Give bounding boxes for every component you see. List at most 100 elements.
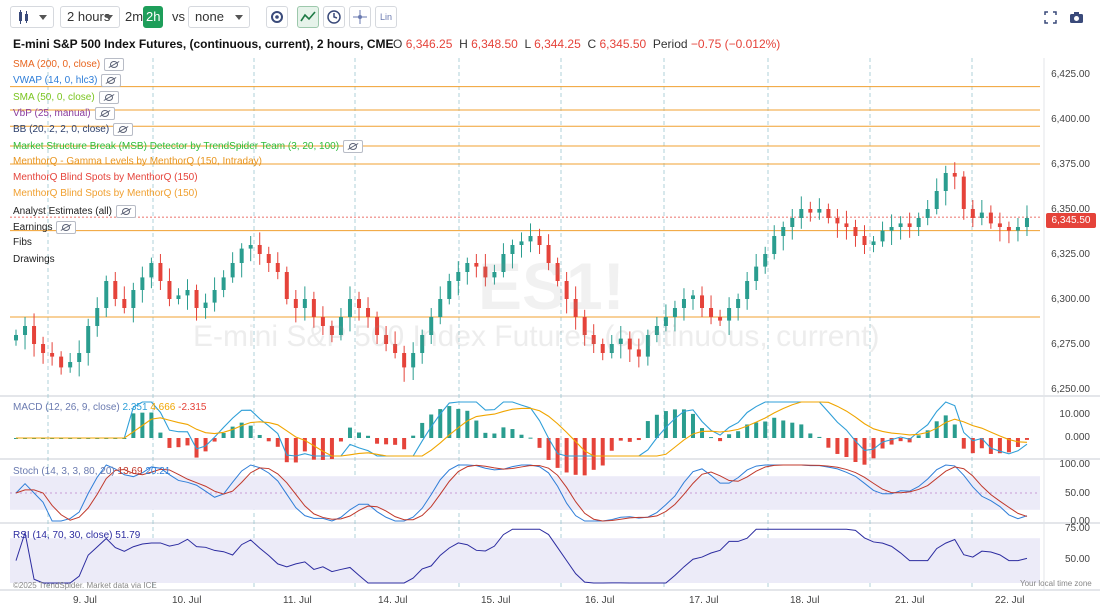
indicator-item[interactable]: Drawings <box>13 254 55 266</box>
candle-body <box>104 281 109 308</box>
macd-histogram-bar <box>907 438 912 443</box>
indicator-item[interactable]: VbP (25, manual) <box>13 106 115 120</box>
compare-select[interactable]: none <box>188 6 250 28</box>
macd-histogram-bar <box>799 424 804 438</box>
indicator-label: SMA (50, 0, close) <box>13 91 95 103</box>
macd-histogram-bar <box>447 406 452 438</box>
macd-histogram-bar <box>140 412 145 438</box>
candle-body <box>266 254 271 263</box>
indicator-item[interactable]: MenthorQ Blind Spots by MenthorQ (150) <box>13 188 198 200</box>
indicator-item[interactable]: MenthorQ - Gamma Levels by MenthorQ (150… <box>13 156 262 168</box>
visibility-toggle-icon[interactable] <box>113 123 134 137</box>
macd-histogram-bar <box>862 438 867 465</box>
chevron-down-icon <box>39 15 47 20</box>
visibility-toggle-icon[interactable] <box>115 204 136 218</box>
macd-histogram-bar <box>943 415 948 438</box>
macd-histogram-bar <box>483 432 488 438</box>
chart-type-button[interactable] <box>10 6 54 28</box>
candle-body <box>465 263 470 272</box>
candle-body <box>140 277 145 290</box>
macd-histogram-bar <box>176 438 181 448</box>
trendline-tool-button[interactable] <box>297 6 319 28</box>
macd-histogram-bar <box>203 438 208 452</box>
visibility-toggle-icon[interactable] <box>343 139 364 153</box>
macd-histogram-bar <box>68 438 73 439</box>
rsi-line <box>15 528 1028 584</box>
macd-histogram-bar <box>239 422 244 438</box>
macd-histogram-bar <box>772 417 777 438</box>
indicator-label: BB (20, 2, 2, 0, close) <box>13 124 110 136</box>
indicator-label: Analyst Estimates (all) <box>13 205 112 217</box>
price-tick-label: 6,300.00 <box>1051 294 1090 305</box>
price-tick-label: 6,325.00 <box>1051 249 1090 260</box>
macd-histogram-bar <box>754 422 759 438</box>
visibility-toggle-icon[interactable] <box>98 90 119 104</box>
interval-select[interactable]: 2 hours <box>60 6 120 28</box>
indicator-item[interactable]: Analyst Estimates (all) <box>13 204 136 218</box>
quick-interval-2m[interactable]: 2m <box>125 6 143 28</box>
candle-body <box>167 281 172 299</box>
indicator-item[interactable]: Market Structure Break (MSB) Detector by… <box>13 139 364 153</box>
candle-body <box>736 299 741 308</box>
close-value: 6,345.50 <box>599 37 647 51</box>
macd-histogram-bar <box>104 438 109 439</box>
macd-histogram-bar <box>95 438 100 439</box>
macd-histogram-bar <box>411 435 416 438</box>
visibility-toggle-icon[interactable] <box>56 221 77 234</box>
macd-histogram-bar <box>393 438 398 445</box>
indicator-label: VbP (25, manual) <box>13 108 91 120</box>
macd-histogram-bar <box>961 438 966 449</box>
replay-button[interactable] <box>323 6 345 28</box>
indicator-item[interactable]: Fibs <box>13 237 32 249</box>
period-value: −0.75 (−0.012%) <box>690 37 781 51</box>
screenshot-button[interactable] <box>1069 11 1084 24</box>
macd-histogram-bar <box>654 414 659 438</box>
macd-histogram-bar <box>429 414 434 438</box>
candle-body <box>772 236 777 254</box>
visibility-toggle-icon[interactable] <box>101 74 122 88</box>
candle-body <box>149 263 154 278</box>
settings-button[interactable] <box>266 6 288 28</box>
macd-histogram-bar <box>979 438 984 449</box>
macd-histogram-bar <box>284 438 289 463</box>
price-tick-label: 6,400.00 <box>1051 114 1090 125</box>
indicator-item[interactable]: VWAP (14, 0, hlc3) <box>13 74 122 88</box>
macd-histogram-bar <box>366 435 371 438</box>
crosshair-button[interactable] <box>349 6 371 28</box>
macd-histogram-bar <box>212 438 217 442</box>
macd-histogram-bar <box>898 438 903 442</box>
macd-histogram-bar <box>465 410 470 438</box>
macd-histogram-bar <box>934 421 939 438</box>
candle-body <box>1015 227 1020 231</box>
rsi-label[interactable]: RSI (14, 70, 30, close) 51.79 <box>13 530 140 541</box>
macd-histogram-bar <box>970 438 975 454</box>
visibility-toggle-icon[interactable] <box>94 106 115 120</box>
macd-histogram-bar <box>357 432 362 438</box>
candle-body <box>519 241 524 245</box>
timezone-note[interactable]: Your local time zone <box>1020 579 1092 588</box>
linear-scale-button[interactable]: Lin <box>375 6 397 28</box>
visibility-toggle-icon[interactable] <box>104 58 125 71</box>
indicator-item[interactable]: MenthorQ Blind Spots by MenthorQ (150) <box>13 172 198 184</box>
candle-body <box>690 295 695 299</box>
rsi-band <box>10 538 1040 583</box>
macd-hist-value: -2.315 <box>178 402 207 413</box>
macd-label[interactable]: MACD (12, 26, 9, close) 2.351 4.666 -2.3… <box>13 402 206 413</box>
indicator-item[interactable]: BB (20, 2, 2, 0, close) <box>13 123 134 137</box>
candle-body <box>32 326 37 344</box>
expand-icon <box>1044 11 1057 24</box>
macd-histogram-bar <box>871 438 876 459</box>
indicator-item[interactable]: SMA (50, 0, close) <box>13 90 119 104</box>
chart-line-icon <box>300 11 316 22</box>
fullscreen-button[interactable] <box>1044 11 1057 24</box>
rsi-tick-75: 75.00 <box>1064 523 1090 534</box>
candle-body <box>808 209 813 213</box>
stoch-label[interactable]: Stoch (14, 3, 3, 80, 20) 13.69 20.21 <box>13 466 170 477</box>
macd-histogram-bar <box>709 437 714 439</box>
indicator-item[interactable]: Earnings <box>13 221 77 234</box>
date-tick-label: 11. Jul <box>283 595 312 606</box>
stoch-tick-100: 100.00 <box>1059 459 1090 470</box>
quick-interval-2h[interactable]: 2h <box>143 6 163 28</box>
indicator-item[interactable]: SMA (200, 0, close) <box>13 58 125 71</box>
candle-body <box>347 299 352 317</box>
